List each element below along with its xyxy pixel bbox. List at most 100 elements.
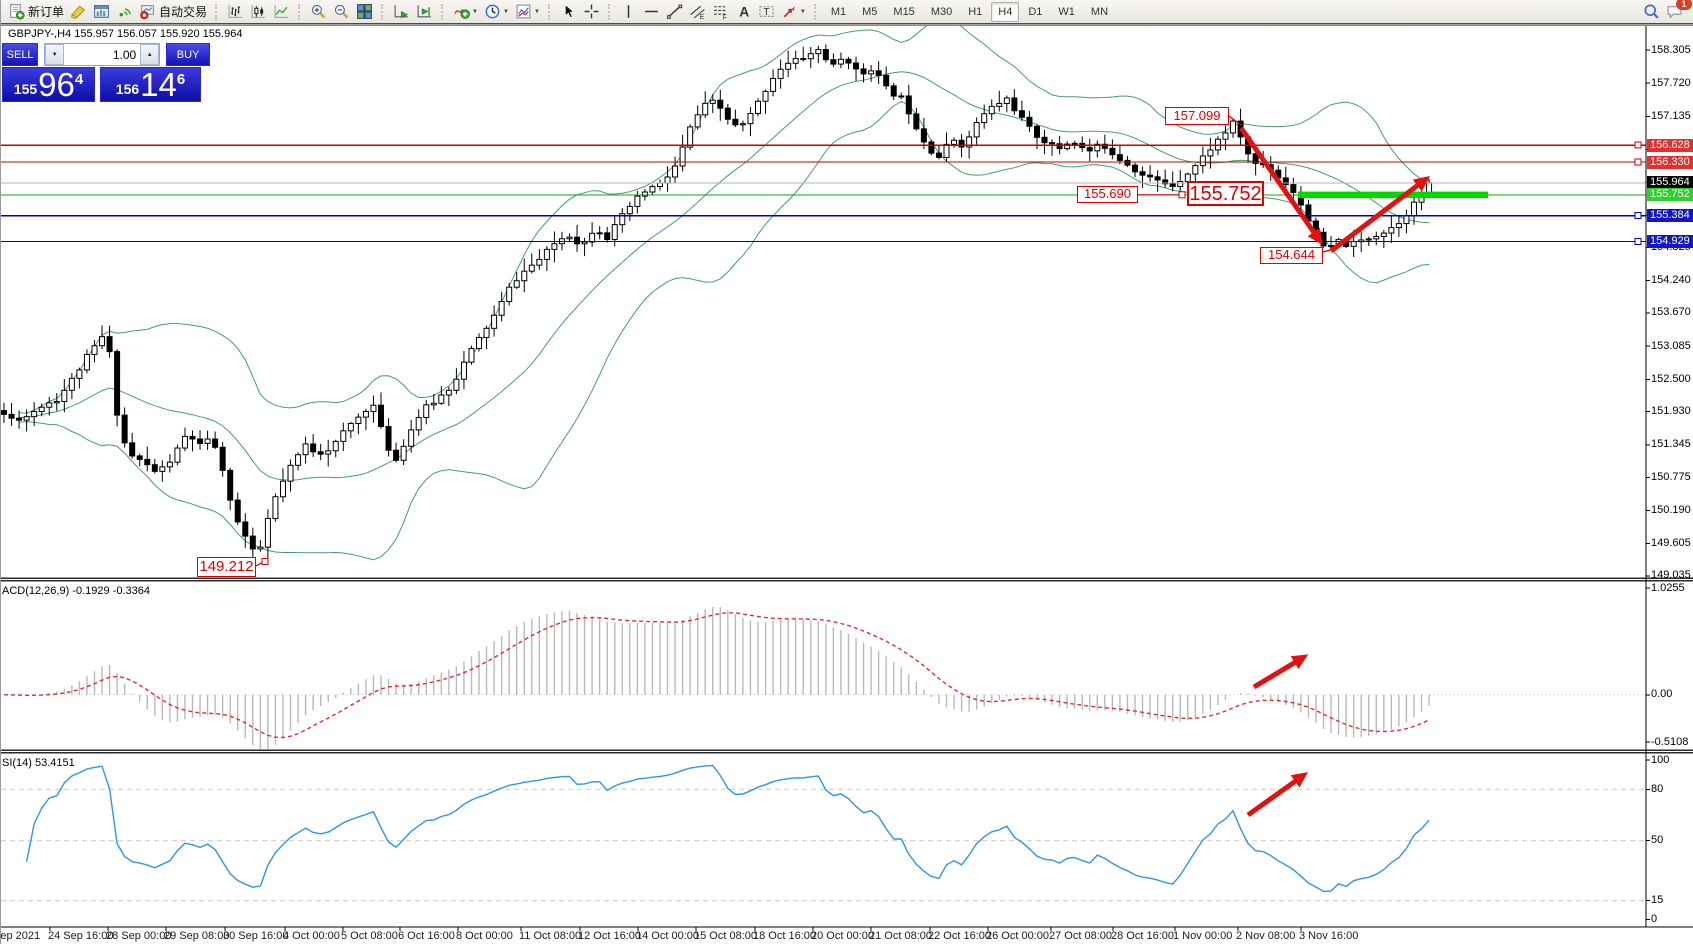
chart-window-icon xyxy=(93,3,110,20)
crosshair-button[interactable] xyxy=(580,2,603,22)
chevron-down-icon: ▼ xyxy=(799,8,806,15)
timeframe-button-w1[interactable]: W1 xyxy=(1051,2,1082,22)
bar-chart-button[interactable] xyxy=(224,2,247,22)
new-order-label: 新订单 xyxy=(28,5,65,19)
new-order-button[interactable]: 新订单 xyxy=(5,2,67,22)
candlestick-icon xyxy=(250,3,267,20)
bar-chart-icon xyxy=(227,3,244,20)
cursor-button[interactable] xyxy=(557,2,580,22)
buy-price-sup: 6 xyxy=(176,71,186,88)
timeframe-button-d1[interactable]: D1 xyxy=(1021,2,1049,22)
notification-badge: 1 xyxy=(1676,0,1692,10)
svg-text:T: T xyxy=(763,7,769,18)
templates-icon xyxy=(515,3,532,20)
svg-text:F: F xyxy=(723,14,727,20)
chart-canvas[interactable] xyxy=(1,0,1693,944)
main-toolbar: 新订单 自动交易 ▼ ▼ ▼ E F A T ▼ M1 M5 M15 M30 H1 H4 D… xyxy=(1,0,1693,23)
chart-shift-icon xyxy=(416,3,433,20)
zoom-out-button[interactable] xyxy=(330,2,353,22)
chart-shift-button[interactable] xyxy=(413,2,436,22)
zoom-out-icon xyxy=(333,3,350,20)
svg-text:E: E xyxy=(700,14,705,20)
clock-icon xyxy=(484,3,501,20)
templates-button[interactable]: ▼ xyxy=(512,2,543,22)
text-label-icon: T xyxy=(758,3,775,20)
toolbar-separator xyxy=(215,3,219,20)
candlestick-chart-button[interactable] xyxy=(247,2,270,22)
timeframe-button-m30[interactable]: M30 xyxy=(924,2,959,22)
trendline-icon xyxy=(666,3,683,20)
sell-price-sup: 4 xyxy=(74,71,84,88)
chart-title: GBPJPY-,H4 155.957 156.057 155.920 155.9… xyxy=(8,28,243,40)
styler-button[interactable] xyxy=(67,2,90,22)
sell-button[interactable]: SELL xyxy=(2,43,39,66)
zoom-in-button[interactable] xyxy=(307,2,330,22)
timeframe-button-h4[interactable]: H4 xyxy=(991,1,1020,22)
auto-trading-button[interactable]: 自动交易 xyxy=(136,2,210,22)
timeframe-button-m5[interactable]: M5 xyxy=(855,2,884,22)
signals-icon xyxy=(116,3,133,20)
volume-decrease-button[interactable]: ▼ xyxy=(45,44,65,65)
one-click-trading-widget: SELL ▼ ▲ BUY 155 96 4 156 14 6 xyxy=(2,43,210,102)
chevron-down-icon: ▼ xyxy=(533,8,540,15)
signals-button[interactable] xyxy=(113,2,136,22)
buy-price-panel[interactable]: 156 14 6 xyxy=(100,67,201,102)
timeframe-button-h1[interactable]: H1 xyxy=(961,2,989,22)
buy-price-big: 14 xyxy=(140,66,177,103)
fibonacci-icon: F xyxy=(712,3,729,20)
equidistant-channel-button[interactable]: E xyxy=(686,2,709,22)
toolbar-separator xyxy=(813,3,818,20)
sell-price-small: 155 xyxy=(13,81,38,97)
horizontal-line-icon xyxy=(643,3,660,20)
timeframe-button-m15[interactable]: M15 xyxy=(886,2,921,22)
cursor-icon xyxy=(560,3,577,20)
trendline-button[interactable] xyxy=(663,2,686,22)
timeframe-button-mn[interactable]: MN xyxy=(1084,2,1115,22)
text-button[interactable]: A xyxy=(732,2,755,22)
vertical-line-button[interactable] xyxy=(617,2,640,22)
text-icon: A xyxy=(735,3,752,20)
toolbar-separator xyxy=(607,3,612,20)
fibonacci-button[interactable]: F xyxy=(709,2,732,22)
toolbar-separator xyxy=(381,3,385,20)
timeframe-group: M1 M5 M15 M30 H1 H4 D1 W1 MN xyxy=(823,1,1116,22)
indicators-button[interactable]: ▼ xyxy=(450,2,481,22)
buy-price-small: 156 xyxy=(115,81,140,97)
volume-increase-button[interactable]: ▲ xyxy=(140,44,160,65)
volume-input[interactable] xyxy=(64,44,141,65)
horizontal-line-button[interactable] xyxy=(640,2,663,22)
zoom-in-icon xyxy=(310,3,327,20)
indicators-icon xyxy=(453,3,471,20)
auto-trading-label: 自动交易 xyxy=(159,5,208,19)
new-order-icon xyxy=(8,3,25,20)
periods-button[interactable]: ▼ xyxy=(481,2,512,22)
toolbar-separator xyxy=(298,3,302,20)
line-chart-icon xyxy=(273,3,290,20)
chevron-down-icon: ▼ xyxy=(502,8,509,15)
volume-spinner: ▼ ▲ xyxy=(44,43,161,66)
arrows-tool-button[interactable]: ▼ xyxy=(778,2,809,22)
arrow-shape-icon xyxy=(781,3,798,20)
auto-scroll-button[interactable] xyxy=(390,2,413,22)
vertical-line-icon xyxy=(620,3,637,20)
sell-price-panel[interactable]: 155 96 4 xyxy=(2,67,95,102)
timeframe-button-m1[interactable]: M1 xyxy=(824,2,853,22)
sell-price-big: 96 xyxy=(38,66,75,103)
crosshair-icon xyxy=(583,3,600,20)
styler-icon xyxy=(70,3,87,20)
chat-button[interactable]: 1 xyxy=(1663,0,1692,22)
buy-button[interactable]: BUY xyxy=(166,43,210,66)
toolbar-separator xyxy=(547,3,552,20)
tile-windows-button[interactable] xyxy=(353,2,376,22)
chart-window-button[interactable] xyxy=(90,2,113,22)
svg-text:A: A xyxy=(739,3,749,19)
tile-windows-icon xyxy=(356,3,373,20)
auto-scroll-icon xyxy=(393,3,410,20)
auto-trading-icon xyxy=(139,3,156,20)
channel-icon: E xyxy=(689,3,706,20)
search-icon xyxy=(1643,3,1660,20)
line-chart-button[interactable] xyxy=(270,2,293,22)
toolbar-separator xyxy=(441,3,445,20)
text-label-button[interactable]: T xyxy=(755,2,778,22)
search-button[interactable] xyxy=(1640,2,1663,22)
